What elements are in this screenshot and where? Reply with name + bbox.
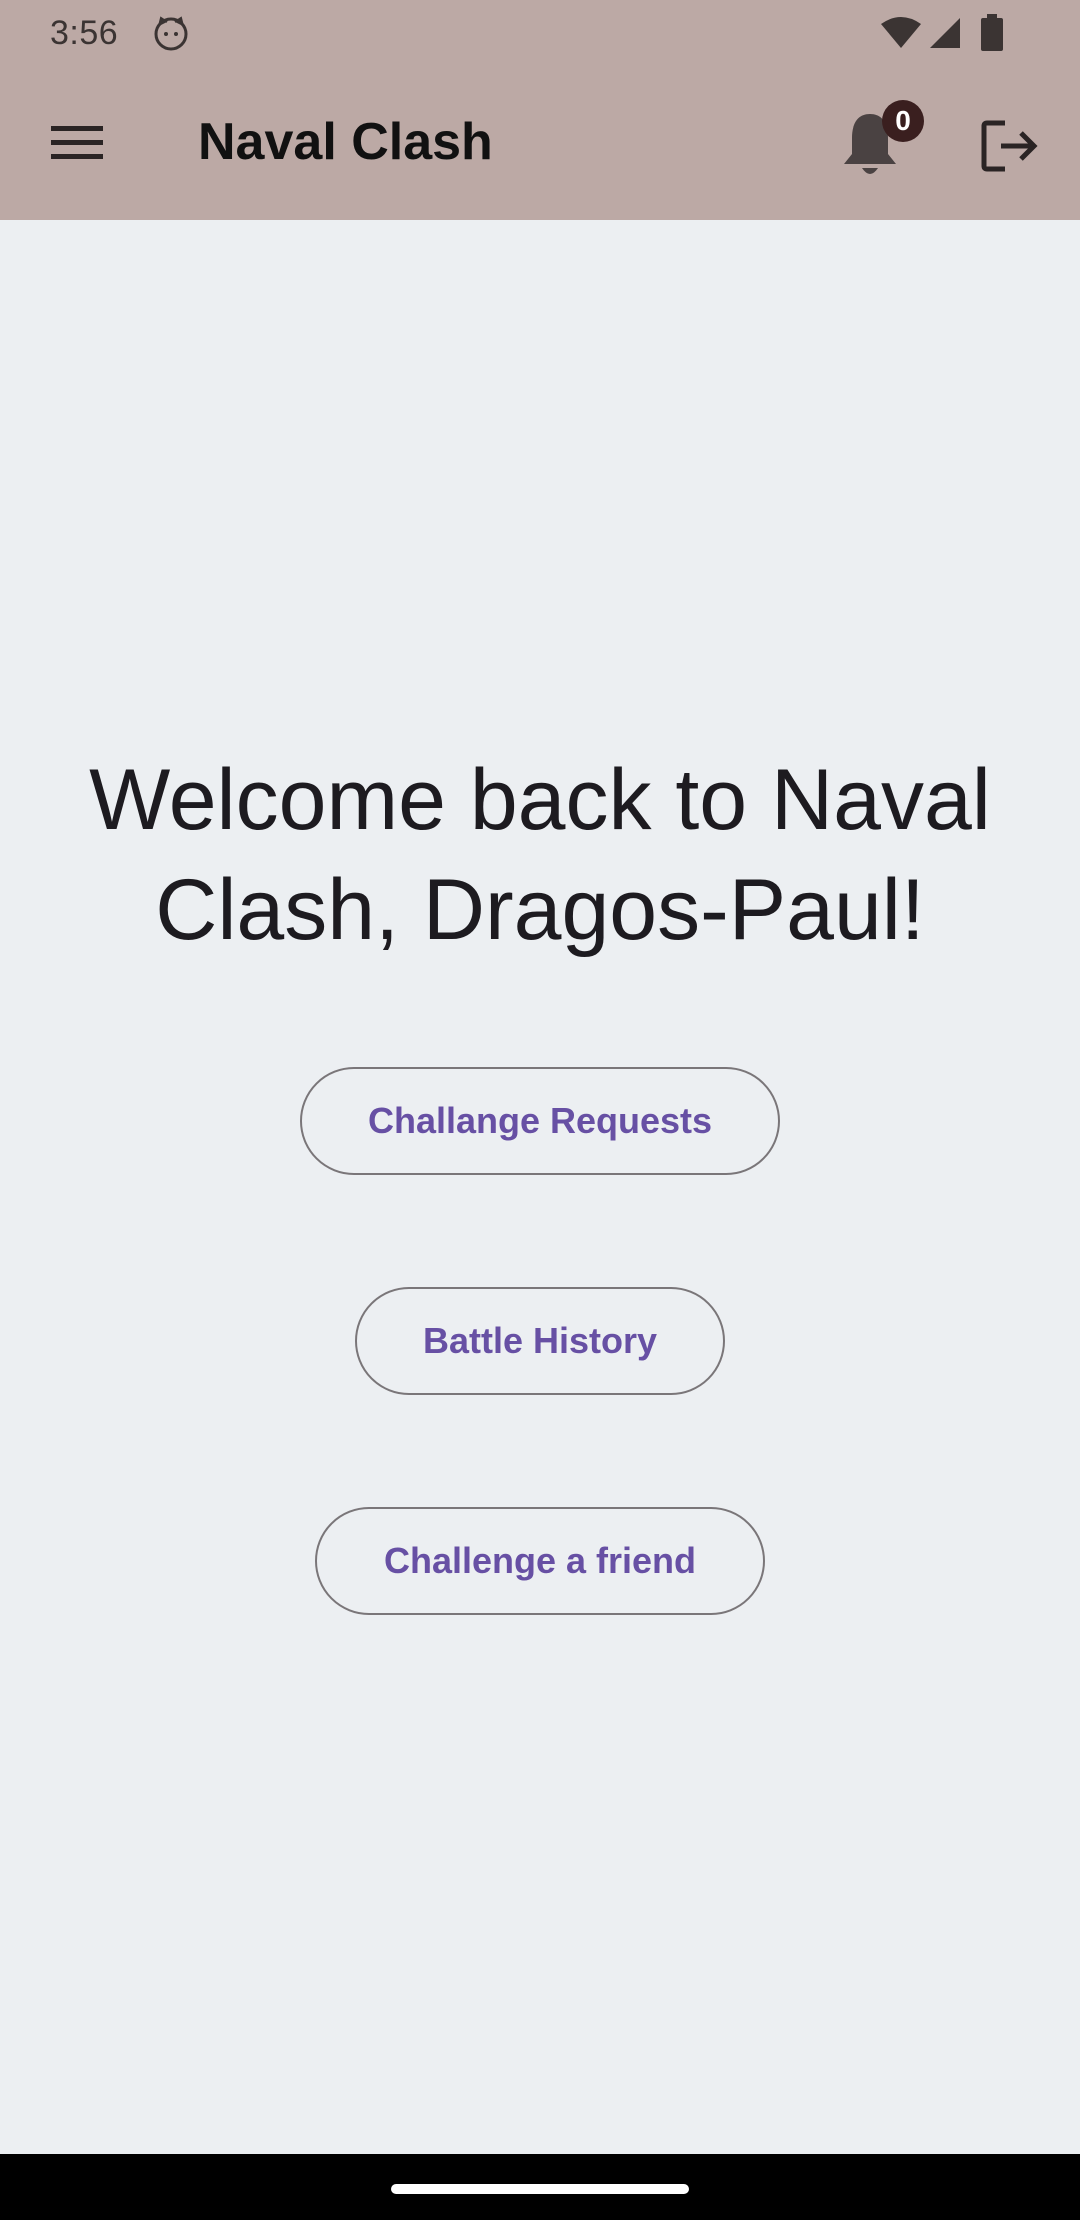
logout-icon — [981, 119, 1039, 178]
home-gesture-handle[interactable] — [391, 2184, 689, 2194]
notification-badge: 0 — [882, 100, 924, 142]
wifi-icon — [880, 16, 922, 50]
app-bar: Naval Clash 0 — [0, 68, 1080, 220]
app-title: Naval Clash — [198, 113, 493, 171]
battery-icon — [980, 14, 1004, 52]
hamburger-menu-icon — [51, 124, 103, 165]
status-time: 3:56 — [50, 14, 119, 52]
logout-button[interactable] — [970, 110, 1050, 186]
signal-icon — [928, 16, 962, 50]
system-nav-bar — [0, 2154, 1080, 2220]
battle-history-button[interactable]: Battle History — [355, 1287, 725, 1395]
menu-button[interactable] — [32, 108, 122, 180]
status-bar: 3:56 — [0, 0, 1080, 68]
bell-icon — [840, 114, 900, 184]
challenge-requests-button[interactable]: Challange Requests — [300, 1067, 780, 1175]
challenge-friend-button[interactable]: Challenge a friend — [315, 1507, 765, 1615]
welcome-heading: Welcome back to Naval Clash, Dragos-Paul… — [89, 752, 991, 958]
cat-icon — [152, 14, 190, 52]
